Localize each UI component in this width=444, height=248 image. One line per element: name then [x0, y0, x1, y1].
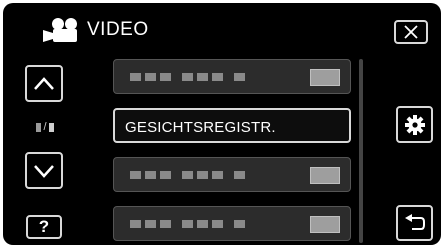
scroll-up-button[interactable]	[25, 65, 63, 102]
unavailable-label-blocks	[130, 220, 245, 228]
unavailable-value-icon	[310, 216, 340, 233]
menu-item-label: GESICHTSREGISTR.	[125, 119, 276, 136]
page-total-block	[48, 122, 54, 132]
page-separator: /	[43, 121, 47, 133]
menu-item-4[interactable]	[113, 206, 351, 241]
page-current-block	[36, 122, 42, 132]
unavailable-label-blocks	[130, 73, 245, 81]
menu-scrollbar[interactable]	[359, 59, 363, 243]
chevron-up-icon	[34, 76, 54, 90]
unavailable-value-icon	[310, 167, 340, 184]
settings-button[interactable]	[396, 106, 433, 143]
menu-item-face-registration[interactable]: GESICHTSREGISTR.	[113, 108, 351, 143]
close-button[interactable]	[394, 20, 428, 44]
page-indicator: /	[29, 121, 61, 133]
return-icon	[404, 214, 425, 230]
title-bar: VIDEO	[41, 15, 149, 45]
screen: VIDEO / ? GESICHTSREGISTR.	[3, 3, 441, 245]
unavailable-value-icon	[310, 69, 340, 86]
close-icon	[404, 25, 418, 39]
gear-icon	[404, 114, 425, 135]
menu-item-3[interactable]	[113, 157, 351, 192]
scroll-down-button[interactable]	[25, 152, 63, 189]
unavailable-label-blocks	[130, 171, 245, 179]
help-label: ?	[38, 217, 50, 236]
video-camera-icon	[43, 18, 77, 42]
back-button[interactable]	[396, 205, 433, 241]
chevron-down-icon	[34, 164, 54, 178]
help-button[interactable]: ?	[26, 215, 62, 239]
menu-item-1[interactable]	[113, 59, 351, 94]
page-title: VIDEO	[87, 19, 149, 40]
